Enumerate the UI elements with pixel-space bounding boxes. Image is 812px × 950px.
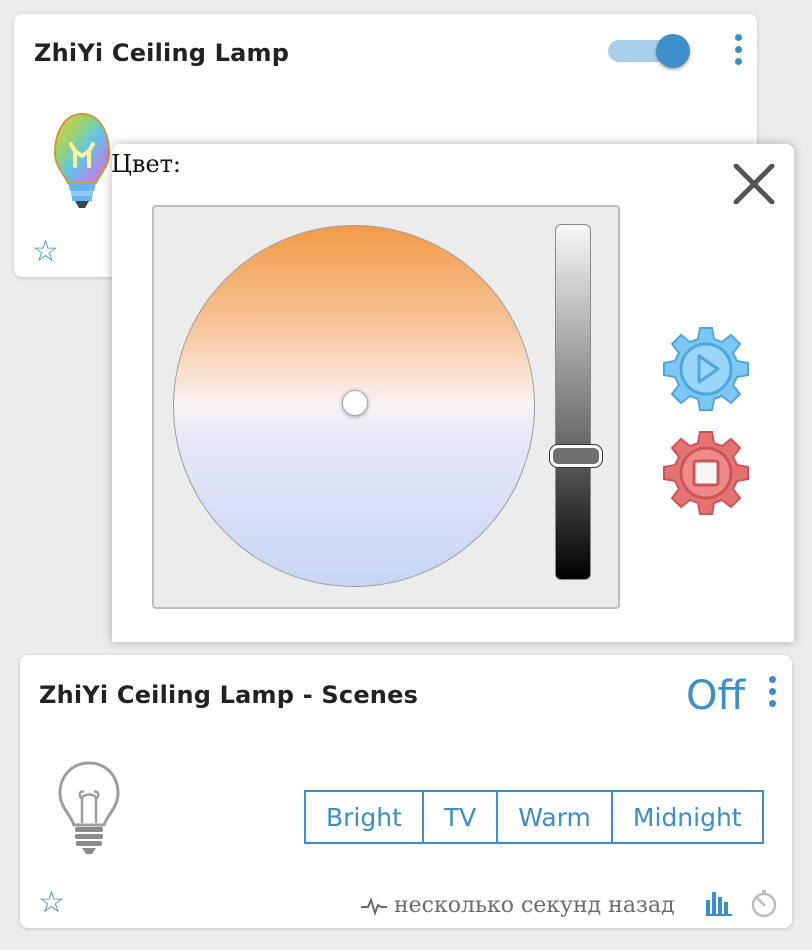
- card-title: ZhiYi Ceiling Lamp: [34, 39, 290, 67]
- favorite-star-icon[interactable]: ☆: [38, 888, 65, 918]
- scene-button-warm[interactable]: Warm: [498, 792, 613, 842]
- scene-button-bright[interactable]: Bright: [306, 792, 424, 842]
- color-picker-dialog: Цвет:: [111, 144, 794, 642]
- color-bulb-icon: [53, 112, 111, 208]
- last-update-text: несколько секунд назад: [394, 893, 675, 918]
- card-title: ZhiYi Ceiling Lamp - Scenes: [39, 681, 419, 709]
- stop-gear-icon[interactable]: [658, 428, 754, 524]
- scene-button-tv[interactable]: TV: [423, 792, 499, 842]
- color-label: Цвет:: [111, 150, 182, 178]
- light-bulb-icon: [58, 761, 120, 854]
- scene-button-group: Bright TV Warm Midnight: [304, 790, 764, 844]
- scene-status[interactable]: Off: [686, 673, 745, 719]
- more-menu-icon[interactable]: [765, 676, 779, 716]
- color-wheel-handle[interactable]: [342, 390, 368, 416]
- color-picker-panel: [152, 205, 620, 609]
- more-menu-icon[interactable]: [731, 34, 745, 74]
- color-temperature-wheel[interactable]: [173, 225, 535, 587]
- brightness-slider[interactable]: [550, 224, 602, 580]
- last-update: несколько секунд назад: [360, 893, 675, 918]
- scene-button-midnight[interactable]: Midnight: [612, 792, 762, 842]
- toggle-knob: [656, 34, 690, 68]
- play-gear-icon[interactable]: [658, 324, 754, 420]
- scenes-card: ZhiYi Ceiling Lamp - Scenes Off Bright T…: [20, 655, 792, 928]
- close-icon[interactable]: [732, 164, 776, 204]
- power-toggle[interactable]: [608, 34, 700, 68]
- timer-icon[interactable]: [749, 889, 779, 919]
- brightness-slider-handle[interactable]: [550, 445, 602, 467]
- favorite-star-icon[interactable]: ☆: [32, 237, 59, 267]
- statistics-icon[interactable]: [706, 888, 732, 916]
- activity-pulse-icon: [361, 896, 387, 916]
